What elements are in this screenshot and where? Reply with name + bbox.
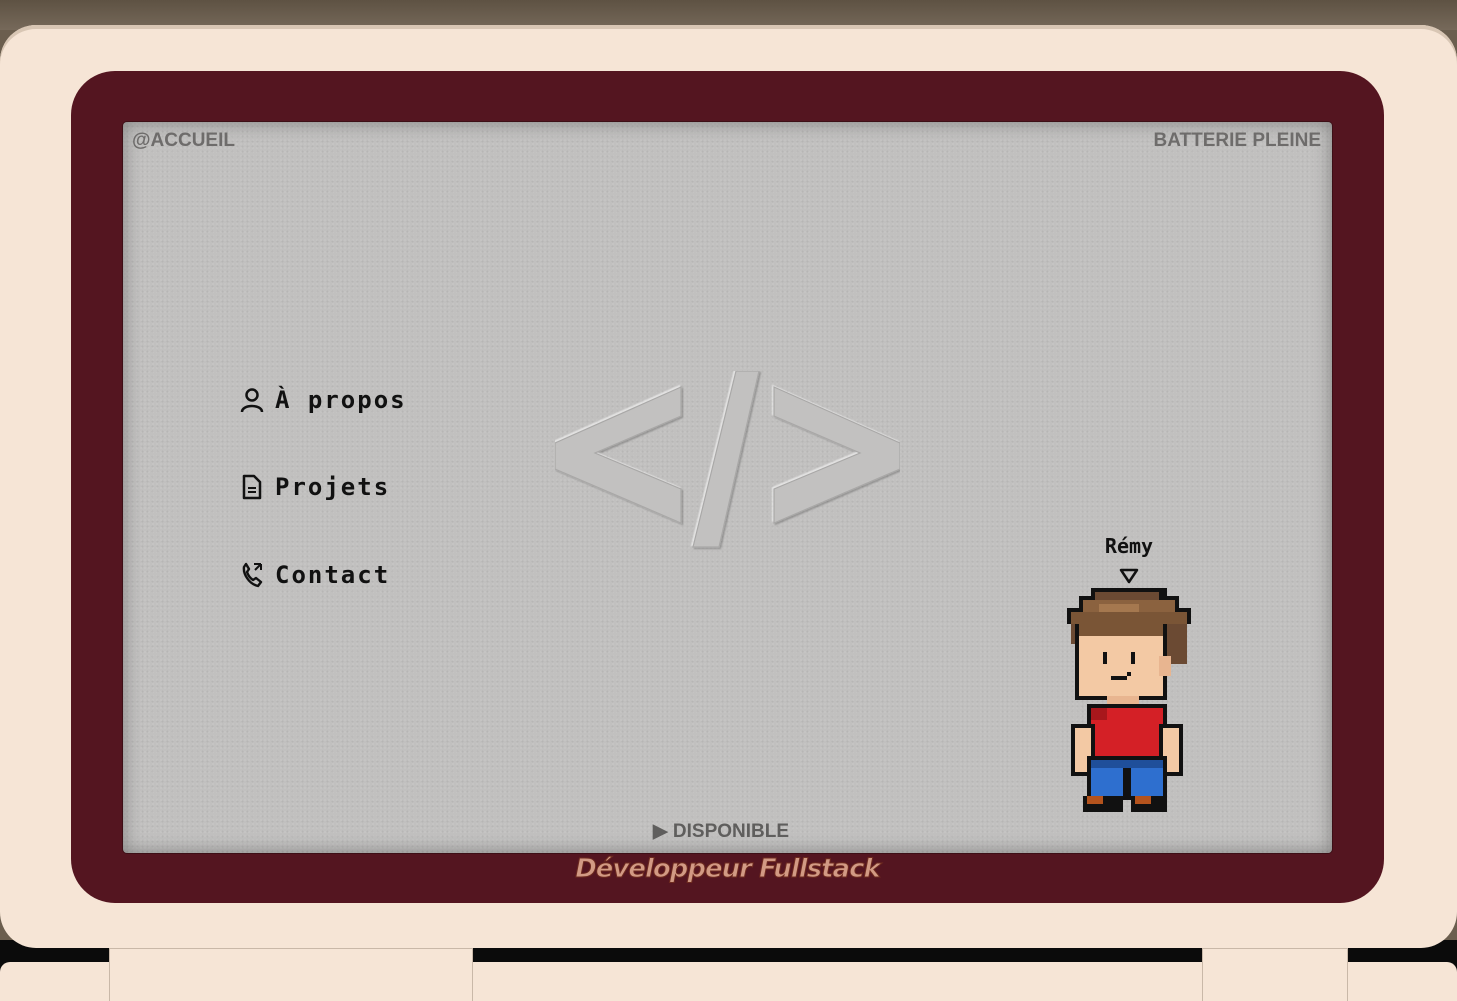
down-triangle-icon bbox=[1119, 568, 1139, 584]
job-title: Développeur Fullstack bbox=[575, 854, 882, 885]
lower-button-left bbox=[109, 948, 473, 1001]
lower-button-right bbox=[1202, 948, 1348, 1001]
menu-item-projects[interactable]: Projets bbox=[239, 472, 390, 502]
screen-frame: @ACCUEIL BATTERIE PLEINE À propos Projet… bbox=[71, 71, 1384, 903]
menu-item-contact[interactable]: Contact bbox=[239, 560, 390, 590]
character-avatar[interactable] bbox=[1063, 588, 1195, 824]
document-icon bbox=[242, 474, 262, 500]
menu-item-about[interactable]: À propos bbox=[239, 385, 407, 415]
status-indicator: ▶ DISPONIBLE bbox=[653, 821, 790, 842]
user-icon bbox=[240, 388, 264, 413]
screen: @ACCUEIL BATTERIE PLEINE À propos Projet… bbox=[123, 122, 1332, 853]
battery-label: BATTERIE PLEINE bbox=[1153, 130, 1322, 151]
character-name: Rémy bbox=[1104, 534, 1154, 558]
menu-item-label: À propos bbox=[275, 386, 407, 414]
phone-icon bbox=[242, 562, 263, 588]
menu-item-label: Projets bbox=[275, 473, 391, 501]
device-shell: @ACCUEIL BATTERIE PLEINE À propos Projet… bbox=[0, 25, 1457, 948]
code-brackets-icon bbox=[555, 371, 900, 548]
location-label: @ACCUEIL bbox=[132, 130, 235, 151]
menu-item-label: Contact bbox=[275, 561, 391, 589]
